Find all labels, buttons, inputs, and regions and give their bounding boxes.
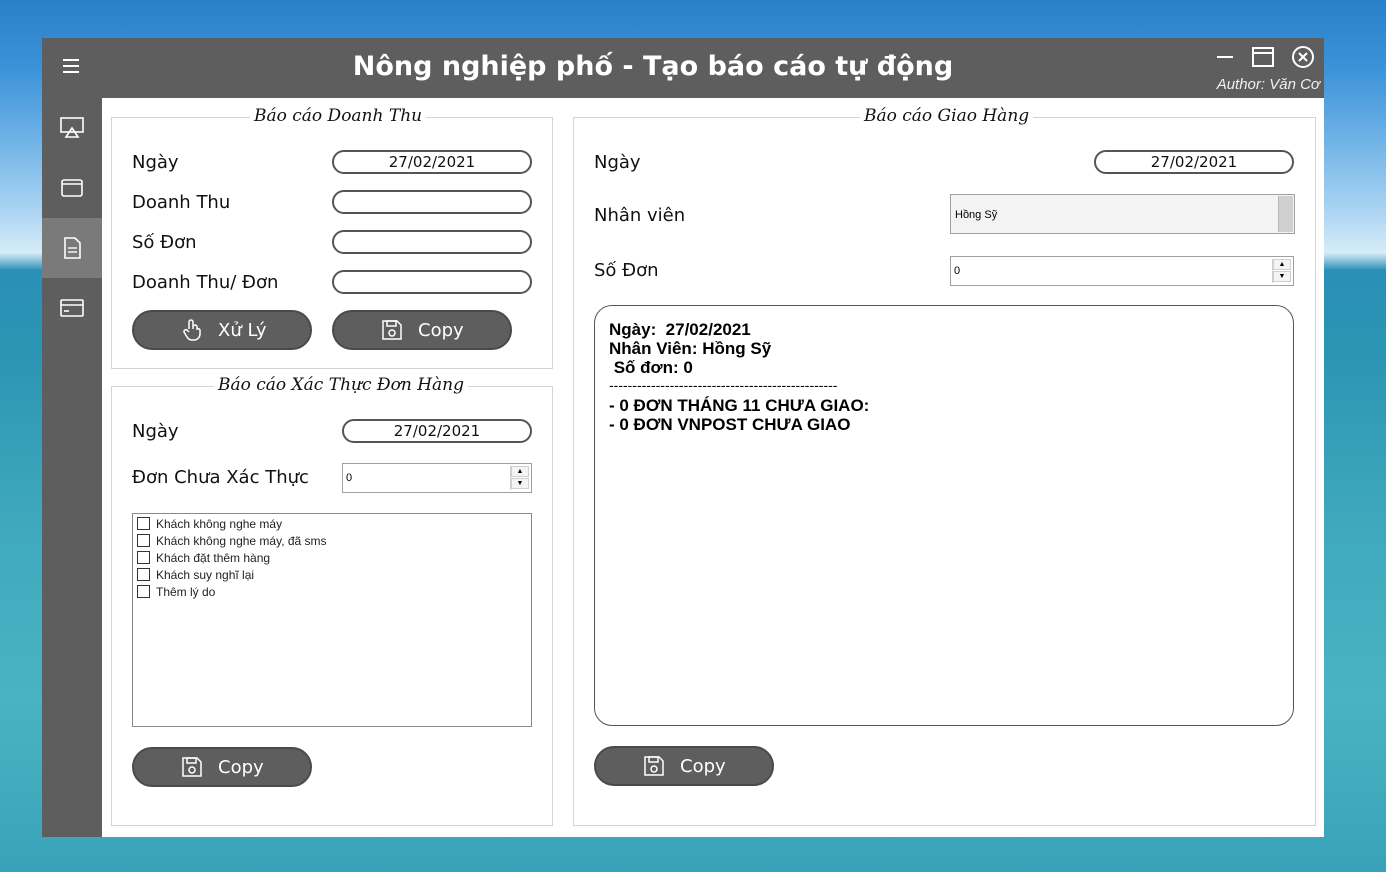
delivery-orders-label: Số Đơn <box>594 260 659 281</box>
reason-item[interactable]: Khách đặt thêm hàng <box>137 550 270 567</box>
author-label: Author: Văn Cơ <box>1216 76 1320 93</box>
staff-select[interactable]: Hồng Sỹ <box>950 194 1295 234</box>
app-window: Nông nghiệp phố - Tạo báo cáo tự động Au… <box>42 38 1324 837</box>
checkbox-icon[interactable] <box>137 517 150 531</box>
nav-item-card[interactable] <box>42 278 102 338</box>
touch-icon <box>183 319 201 341</box>
report-textbox[interactable]: Ngày: 27/02/2021 Nhân Viên: Hồng Sỹ Số đ… <box>594 305 1294 726</box>
revenue-orders-field[interactable] <box>332 230 532 254</box>
delivery-orders-value: 0 <box>954 265 961 277</box>
unverified-label: Đơn Chưa Xác Thực <box>132 467 309 488</box>
revenue-legend: Báo cáo Doanh Thu <box>250 106 427 126</box>
hamburger-icon <box>63 59 79 73</box>
unverified-value: 0 <box>346 472 353 484</box>
revenue-per-order-label: Doanh Thu/ Đơn <box>132 272 279 293</box>
close-icon <box>1292 46 1314 68</box>
reason-item[interactable]: Khách suy nghĩ lại <box>137 567 254 584</box>
stepper-up-icon[interactable]: ▲ <box>1273 259 1291 270</box>
stepper-down-icon[interactable]: ▼ <box>511 478 529 489</box>
maximize-button[interactable] <box>1250 44 1276 74</box>
process-button-label: Xử Lý <box>218 320 267 341</box>
hamburger-button[interactable] <box>58 54 84 82</box>
save-icon <box>644 756 664 776</box>
report-line: ----------------------------------------… <box>609 377 838 393</box>
reason-label: Khách đặt thêm hàng <box>156 550 271 565</box>
staff-label: Nhân viên <box>594 205 686 226</box>
reason-checklist: Khách không nghe máy Khách không nghe má… <box>132 513 532 727</box>
revenue-amount-label: Doanh Thu <box>132 192 231 213</box>
report-line: Ngày: 27/02/2021 <box>609 320 751 339</box>
minimize-button[interactable] <box>1214 44 1236 70</box>
verify-date-field[interactable]: 27/02/2021 <box>342 419 532 443</box>
main-content: Báo cáo Doanh Thu Ngày 27/02/2021 Doanh … <box>102 98 1324 837</box>
stepper-down-icon[interactable]: ▼ <box>1273 271 1291 282</box>
revenue-amount-field[interactable] <box>332 190 532 214</box>
unverified-stepper[interactable]: 0 ▲ ▼ <box>342 463 532 493</box>
airplay-icon <box>60 117 84 138</box>
nav-item-document[interactable] <box>42 218 102 278</box>
staff-select-scrollbar[interactable] <box>1278 196 1293 232</box>
reason-label: Khách suy nghĩ lại <box>156 567 255 582</box>
verify-group: Báo cáo Xác Thực Đơn Hàng Ngày 27/02/202… <box>111 375 553 826</box>
stepper-up-icon[interactable]: ▲ <box>511 466 529 477</box>
close-button[interactable] <box>1290 44 1316 74</box>
verify-legend: Báo cáo Xác Thực Đơn Hàng <box>214 375 468 395</box>
delivery-legend: Báo cáo Giao Hàng <box>860 106 1034 126</box>
reason-label: Khách không nghe máy, đã sms <box>156 533 327 548</box>
delivery-date-label: Ngày <box>594 152 641 173</box>
staff-value: Hồng Sỹ <box>955 209 998 221</box>
reason-item[interactable]: Khách không nghe máy <box>137 516 282 533</box>
save-icon <box>182 757 202 777</box>
report-line: - 0 ĐƠN VNPOST CHƯA GIAO <box>609 415 851 434</box>
report-line: Số đơn: 0 <box>609 358 693 377</box>
delivery-copy-label: Copy <box>680 756 726 777</box>
wallet-icon <box>61 179 83 197</box>
verify-date-label: Ngày <box>132 421 179 442</box>
maximize-icon <box>1252 47 1274 67</box>
revenue-date-label: Ngày <box>132 152 179 173</box>
verify-copy-label: Copy <box>218 757 264 778</box>
report-line: Nhân Viên: Hồng Sỹ <box>609 339 772 358</box>
delivery-orders-stepper[interactable]: 0 ▲ ▼ <box>950 256 1294 286</box>
revenue-date-field[interactable]: 27/02/2021 <box>332 150 532 174</box>
reason-item[interactable]: Thêm lý do <box>137 584 215 601</box>
save-icon <box>382 320 402 340</box>
reason-label: Khách không nghe máy <box>156 516 283 531</box>
sidebar <box>42 59 102 837</box>
reason-label: Thêm lý do <box>156 584 216 599</box>
revenue-copy-button[interactable]: Copy <box>332 310 512 350</box>
delivery-stepper-arrows: ▲ ▼ <box>1272 259 1291 283</box>
document-icon <box>64 237 81 259</box>
delivery-copy-button[interactable]: Copy <box>594 746 774 786</box>
title-bar: Nông nghiệp phố - Tạo báo cáo tự động Au… <box>42 38 1324 98</box>
report-line: - 0 ĐƠN THÁNG 11 CHƯA GIAO: <box>609 396 870 415</box>
card-icon <box>60 299 84 317</box>
nav-item-wallet[interactable] <box>42 158 102 218</box>
revenue-copy-label: Copy <box>418 320 464 341</box>
checkbox-icon[interactable] <box>137 585 150 599</box>
delivery-date-field[interactable]: 27/02/2021 <box>1094 150 1294 174</box>
window-title: Nông nghiệp phố - Tạo báo cáo tự động <box>352 51 954 82</box>
checkbox-icon[interactable] <box>137 534 150 548</box>
reason-item[interactable]: Khách không nghe máy, đã sms <box>137 533 327 550</box>
revenue-group: Báo cáo Doanh Thu Ngày 27/02/2021 Doanh … <box>111 106 553 369</box>
verify-copy-button[interactable]: Copy <box>132 747 312 787</box>
delivery-group: Báo cáo Giao Hàng Ngày 27/02/2021 Nhân v… <box>573 106 1316 826</box>
nav-item-airplay[interactable] <box>42 98 102 158</box>
process-button[interactable]: Xử Lý <box>132 310 312 350</box>
checkbox-icon[interactable] <box>137 551 150 565</box>
minimize-icon <box>1217 56 1233 58</box>
unverified-stepper-arrows: ▲ ▼ <box>510 466 529 490</box>
revenue-per-order-field[interactable] <box>332 270 532 294</box>
checkbox-icon[interactable] <box>137 568 150 582</box>
revenue-orders-label: Số Đơn <box>132 232 197 253</box>
